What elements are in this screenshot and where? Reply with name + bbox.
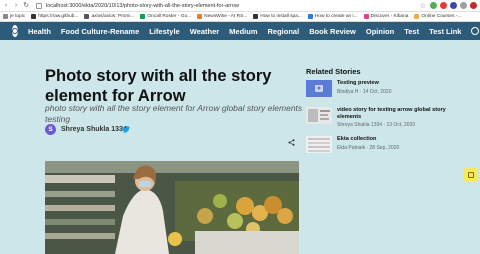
related-story-meta: Shreya Shukla 1334 · 13 Oct, 2020 (337, 122, 416, 128)
extension-icon[interactable] (460, 2, 467, 9)
sheets-icon (140, 14, 146, 19)
bookmark-item[interactable]: Online Courses -... (414, 14, 461, 19)
related-story-title[interactable]: video story for texting arrow global sto… (337, 107, 457, 120)
site-navbar: Health Food Culture-Rename Lifestyle Wea… (0, 22, 480, 40)
bookmark-item[interactable]: Oncall Roster - Go... (140, 14, 191, 19)
bookmark-item[interactable]: How to install spa... (253, 14, 302, 19)
bookmark-item[interactable]: How to create an i... (307, 14, 358, 19)
bookmark-item[interactable]: Discover - Kibana (363, 14, 408, 19)
menu-item-opinion[interactable]: Opinion (366, 27, 394, 36)
reload-icon[interactable]: ↻ (22, 2, 30, 10)
related-stories-heading: Related Stories (306, 67, 361, 76)
github-icon (253, 14, 259, 19)
site-info-icon[interactable] (36, 2, 42, 9)
related-story-title[interactable]: Ekta collection (337, 136, 457, 143)
github-icon (84, 14, 90, 19)
menu-item-lifestyle[interactable]: Lifestyle (149, 27, 179, 36)
back-icon[interactable]: ‹ (2, 2, 10, 10)
extension-icon[interactable] (440, 2, 447, 9)
bookmarks-bar: je topic https://raw.github... axios/axi… (0, 12, 480, 22)
site-logo[interactable] (12, 25, 18, 37)
bookmark-item[interactable]: axios/axios: Promi... (84, 14, 134, 19)
bookmark-favicon-icon (3, 14, 8, 19)
menu-item-regional[interactable]: Regional (268, 27, 300, 36)
url-field[interactable]: localhost:3000/ekta/2020/10/13/photo-sto… (46, 3, 420, 9)
share-icon[interactable] (288, 139, 295, 146)
extension-icon[interactable] (430, 2, 437, 9)
browser-address-bar: ‹ › ↻ localhost:3000/ekta/2020/10/13/pho… (0, 0, 480, 12)
bookmark-item[interactable]: NewsWise - AI RS... (197, 14, 247, 19)
menu-item-book-review[interactable]: Book Review (309, 27, 356, 36)
twitter-icon[interactable] (122, 126, 130, 133)
kibana-icon (363, 14, 369, 19)
bookmark-favicon-icon (414, 14, 420, 19)
menu-item-test-link[interactable]: Test Link (429, 27, 461, 36)
author-name[interactable]: Shreya Shukla 1334 (61, 126, 127, 133)
related-story-title[interactable]: Testing preview (337, 80, 457, 87)
forward-icon[interactable]: › (12, 2, 20, 10)
feedback-widget-icon[interactable] (464, 168, 478, 182)
related-story-thumbnail[interactable] (306, 80, 332, 97)
related-story[interactable]: Testing preview Bindiya H · 14 Oct, 2020 (306, 80, 476, 104)
article-subtitle: photo story with all the story element f… (45, 103, 303, 124)
newswise-icon (197, 14, 203, 19)
bookmark-star-icon[interactable]: ☆ (420, 2, 426, 10)
bookmark-favicon-icon (307, 14, 313, 19)
author-avatar[interactable]: S (45, 124, 56, 135)
bookmark-item[interactable]: je topic (3, 14, 25, 19)
related-story[interactable]: video story for texting arrow global sto… (306, 107, 476, 131)
profile-avatar[interactable] (470, 2, 477, 9)
github-icon (31, 14, 37, 19)
article-title: Photo story with all the story element f… (45, 67, 272, 105)
menu-item-food-culture[interactable]: Food Culture-Rename (61, 27, 139, 36)
related-story-thumbnail[interactable] (306, 136, 332, 153)
user-icon[interactable] (471, 27, 480, 35)
bookmark-item[interactable]: https://raw.github... (31, 14, 78, 19)
related-story-meta: Ekta Patnaik · 28 Sep, 2020 (337, 145, 400, 151)
menu-item-health[interactable]: Health (28, 27, 51, 36)
hero-image (45, 161, 299, 254)
menu-item-medium[interactable]: Medium (229, 27, 257, 36)
extension-icon[interactable] (450, 2, 457, 9)
related-story-thumbnail[interactable] (306, 107, 332, 124)
menu-item-weather[interactable]: Weather (190, 27, 219, 36)
related-story[interactable]: Ekta collection Ekta Patnaik · 28 Sep, 2… (306, 136, 476, 160)
menu-item-test[interactable]: Test (404, 27, 419, 36)
related-story-meta: Bindiya H · 14 Oct, 2020 (337, 89, 392, 95)
main-menu: Health Food Culture-Rename Lifestyle Wea… (28, 27, 471, 36)
